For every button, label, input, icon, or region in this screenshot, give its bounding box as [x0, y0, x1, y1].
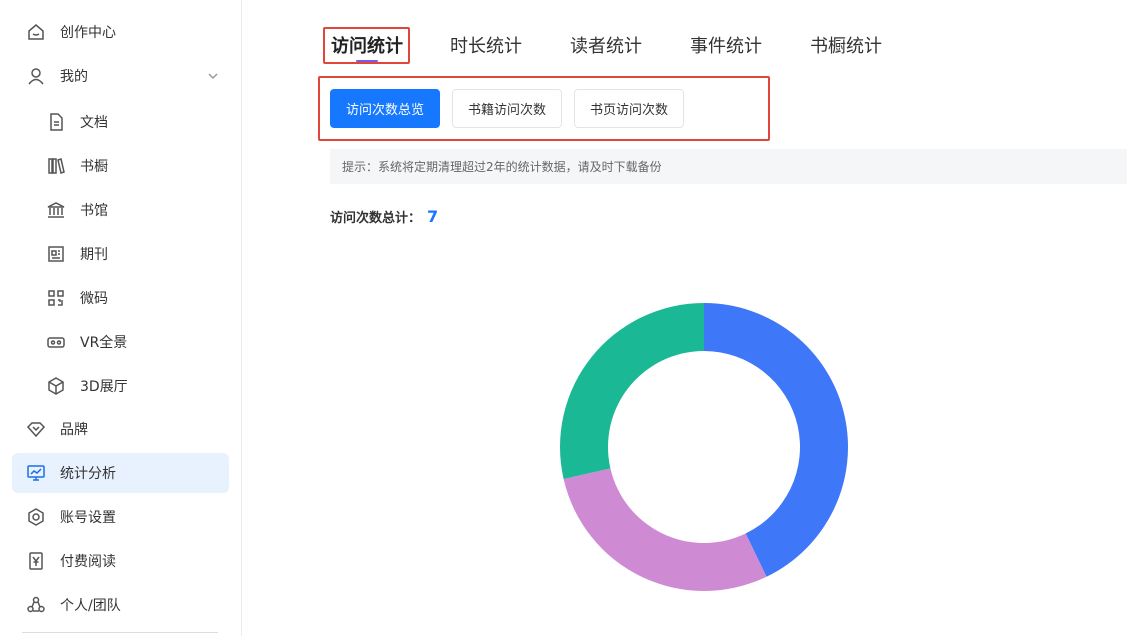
donut-chart [560, 303, 848, 592]
donut-slice-1[interactable] [563, 468, 767, 592]
donut-slice-0[interactable] [704, 303, 848, 577]
donut-slice-2[interactable] [560, 303, 704, 480]
